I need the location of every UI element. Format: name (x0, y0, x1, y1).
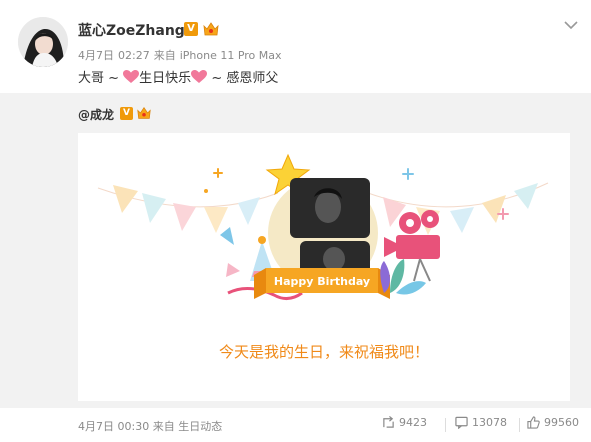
crown-icon[interactable] (202, 20, 220, 38)
comment-button[interactable]: 13078 (455, 416, 507, 430)
source-prefix: 来自 (153, 49, 176, 62)
heart-emoji-icon (123, 70, 140, 84)
content-part2: 生日快乐 (139, 71, 192, 86)
comment-icon (455, 416, 468, 430)
birthday-card[interactable]: Happy Birthday 今天是我的生日，来祝福我吧！ (78, 133, 570, 401)
verified-badge-icon: V (120, 107, 133, 120)
username[interactable]: 蓝心ZoeZhang (78, 20, 185, 40)
crown-icon[interactable] (136, 105, 152, 121)
like-button[interactable]: 99560 (527, 416, 579, 429)
source-prefix: 来自 (152, 420, 175, 433)
mention-user[interactable]: @成龙 (78, 106, 114, 123)
verified-badge-icon: V (184, 22, 198, 36)
post-content: 大哥 ~ 生日快乐 ~ 感恩师父 (78, 67, 278, 86)
repost-meta: 4月7日 00:30 来自 生日动态 (78, 418, 222, 434)
post-meta: 4月7日 02:27 来自 iPhone 11 Pro Max (78, 47, 286, 63)
repost-source[interactable]: 生日动态 (178, 420, 222, 433)
heart-emoji-icon (191, 70, 208, 84)
like-icon (527, 416, 540, 429)
comment-count: 13078 (472, 416, 507, 429)
weibo-post: 蓝心ZoeZhang V 4月7日 02:27 来自 iPhone 11 Pro Ma… (0, 0, 591, 442)
post-time[interactable]: 02:27 (118, 49, 150, 62)
birthday-wish-text: 今天是我的生日，来祝福我吧！ (218, 343, 429, 361)
banner-text: Happy Birthday (274, 275, 370, 288)
chevron-down-icon[interactable] (563, 16, 579, 30)
repost-button[interactable]: 9423 (382, 416, 427, 429)
content-part1: 大哥 ~ (78, 71, 124, 86)
avatar[interactable] (18, 17, 68, 67)
source-device: iPhone 11 Pro Max (179, 49, 282, 62)
divider (445, 418, 446, 432)
like-count: 99560 (544, 416, 579, 429)
content-part3: ~ 感恩师父 (207, 71, 279, 86)
divider (519, 418, 520, 432)
post-date[interactable]: 4月7日 (78, 49, 114, 62)
repost-count: 9423 (399, 416, 427, 429)
repost-icon (383, 416, 394, 428)
repost-time[interactable]: 00:30 (118, 420, 150, 433)
repost-date[interactable]: 4月7日 (78, 420, 114, 433)
